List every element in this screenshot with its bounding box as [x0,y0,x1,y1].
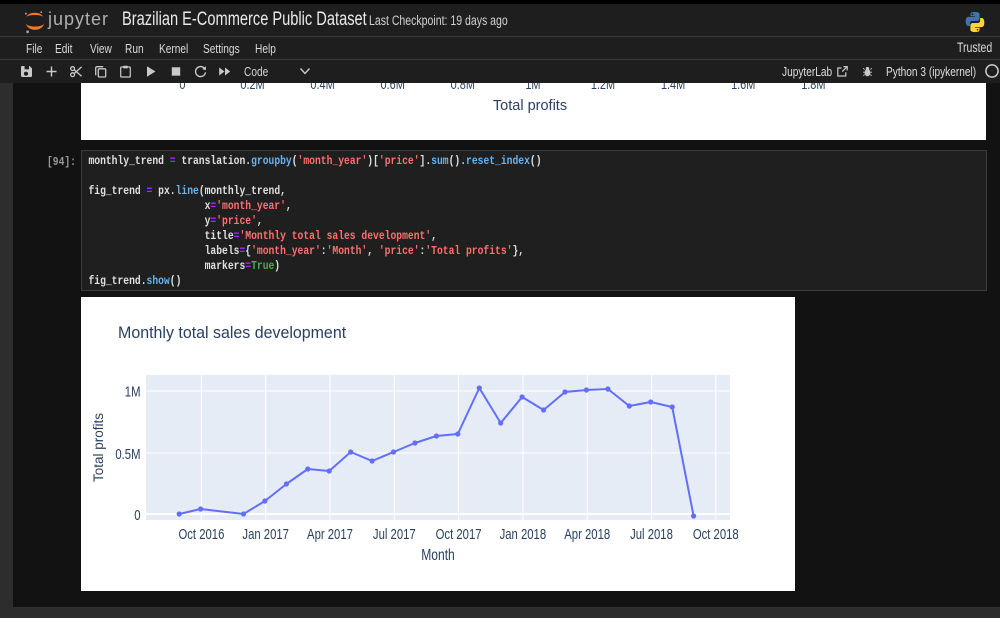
svg-text:Total profits: Total profits [91,413,106,482]
svg-text:Jul 2017: Jul 2017 [373,526,416,543]
svg-text:Oct 2017: Oct 2017 [436,526,482,543]
svg-text:Jan 2018: Jan 2018 [500,526,547,543]
svg-text:Total profits: Total profits [493,98,567,114]
svg-text:Month: Month [421,546,455,564]
svg-text:0: 0 [134,506,140,523]
svg-text:Oct 2018: Oct 2018 [693,526,739,543]
svg-text:1.6M: 1.6M [731,83,755,92]
svg-text:0.6M: 0.6M [381,83,405,92]
svg-text:1M: 1M [525,83,540,92]
svg-text:Oct 2016: Oct 2016 [178,526,224,543]
svg-text:0.8M: 0.8M [451,83,475,92]
svg-text:0: 0 [179,83,185,92]
svg-text:Apr 2017: Apr 2017 [307,526,353,543]
svg-text:1.8M: 1.8M [801,83,825,92]
svg-text:Monthly total sales developmen: Monthly total sales development [118,324,347,343]
svg-text:Jan 2017: Jan 2017 [242,526,289,543]
svg-text:Jul 2018: Jul 2018 [630,526,673,543]
svg-text:0.5M: 0.5M [115,446,140,463]
svg-text:0.4M: 0.4M [310,83,334,92]
svg-text:1.2M: 1.2M [591,83,615,92]
svg-text:0.2M: 0.2M [240,83,264,92]
svg-text:1M: 1M [125,383,141,400]
svg-text:Apr 2018: Apr 2018 [564,526,610,543]
svg-text:1.4M: 1.4M [661,83,685,92]
